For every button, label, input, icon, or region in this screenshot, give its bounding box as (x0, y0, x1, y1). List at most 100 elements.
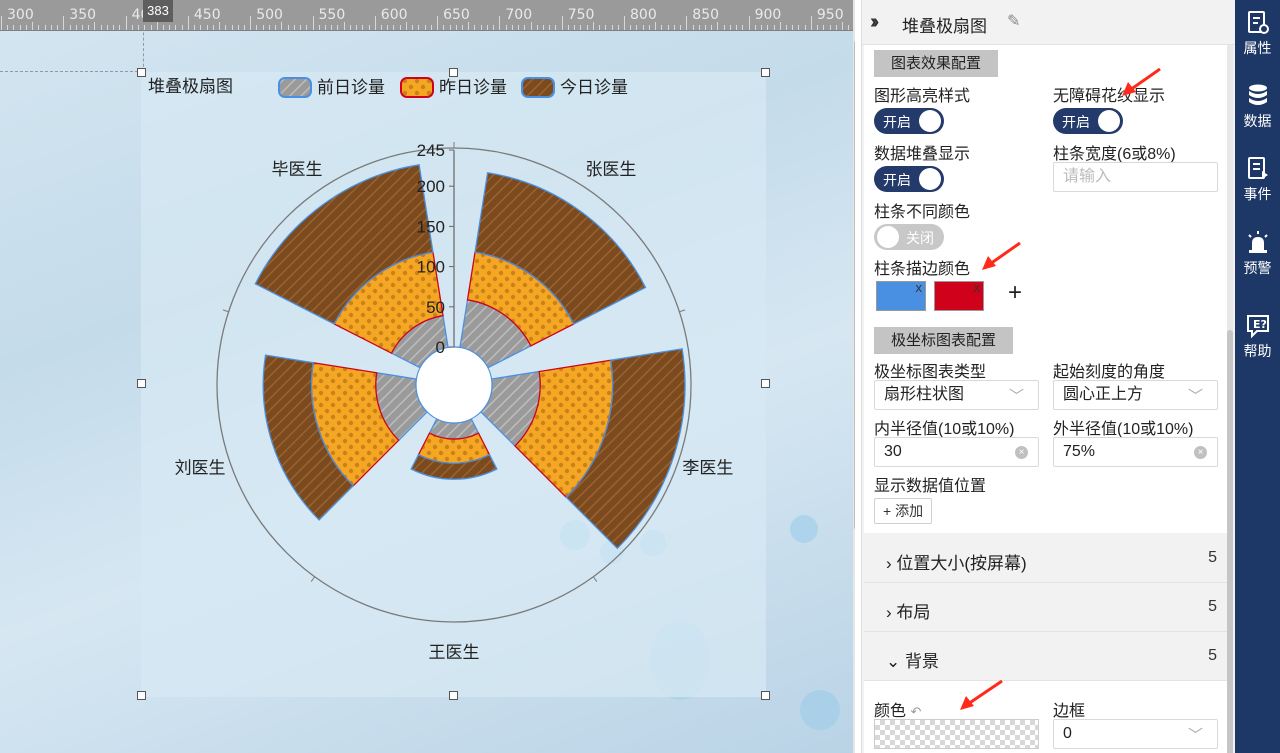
collapse-row-position-size[interactable]: › 位置大小(按屏幕) 5 (864, 535, 1227, 583)
collapse-row-layout[interactable]: › 布局 5 (864, 584, 1227, 632)
panel-scrollbar-thumb[interactable] (1227, 330, 1233, 753)
inner-radius-value: 30 (884, 443, 902, 460)
edit-title-icon[interactable]: ✎ (1007, 11, 1020, 31)
data-position-label: 显示数据值位置 (874, 478, 987, 495)
polar-type-select[interactable]: 扇形柱状图 ﹀ (874, 380, 1039, 410)
chevron-down-icon: ﹀ (1187, 388, 1203, 405)
side-nav: 属性 数据 事件 预警 E? 帮助 (1235, 0, 1280, 753)
collapse-row-label: › 位置大小(按屏幕) (886, 554, 1027, 573)
annotation-arrow (960, 679, 1003, 710)
category-label: 刘医生 (175, 459, 226, 478)
border-label: 边框 (1053, 703, 1086, 720)
svg-text:E?: E? (1253, 318, 1267, 331)
alarm-icon (1247, 231, 1268, 253)
inner-radius-input[interactable]: 30 × (874, 437, 1039, 467)
clear-icon[interactable]: × (1015, 446, 1028, 459)
diff-color-label: 柱条不同颜色 (874, 204, 971, 221)
collapse-row-count: 5 (1208, 647, 1217, 664)
background-config-card: 颜色 ↶ 边框 0 ﹀ (864, 681, 1227, 753)
nav-events[interactable]: 事件 (1235, 156, 1280, 204)
panel-scrollbar[interactable] (1227, 45, 1233, 753)
legend-label: 昨日诊量 (439, 78, 507, 97)
angle-axis-tick (592, 576, 598, 582)
chart-config-card: 图表效果配置 图形高亮样式 开启 无障碍花纹显示 开启 数据堆叠显示 开启 柱条… (864, 45, 1227, 533)
bg-color-label: 颜色 ↶ (874, 703, 922, 720)
bar-width-input[interactable] (1053, 162, 1218, 192)
outer-radius-input[interactable]: 75% × (1053, 437, 1218, 467)
clear-icon[interactable]: × (1194, 446, 1207, 459)
polar-type-label: 极坐标图表类型 (874, 364, 987, 381)
bg-color-picker[interactable] (874, 719, 1039, 749)
collapse-panel-icon[interactable]: ›› (870, 11, 880, 34)
toggle-text: 开启 (883, 172, 911, 188)
radial-tick-label: 245 (417, 141, 445, 160)
collapse-row-label: ⌄ 背景 (886, 652, 939, 671)
add-data-position-button[interactable]: + 添加 (874, 498, 933, 524)
toggle-text: 关闭 (906, 230, 934, 246)
radial-tick-label: 100 (417, 258, 445, 277)
border-select[interactable]: 0 ﹀ (1053, 719, 1218, 749)
outer-radius-label: 外半径值(10或10%) (1053, 421, 1194, 438)
radial-tick-label: 150 (417, 217, 445, 236)
section-polar-config: 极坐标图表配置 (874, 327, 1014, 354)
toggle-knob (919, 110, 941, 132)
toggle-text: 开启 (883, 114, 911, 130)
inner-radius-label: 内半径值(10或10%) (874, 421, 1015, 438)
angle-axis-tick (679, 309, 686, 313)
highlight-style-label: 图形高亮样式 (874, 88, 971, 105)
stack-display-toggle[interactable]: 开启 (874, 166, 944, 192)
nav-label: 帮助 (1243, 343, 1272, 359)
nav-data[interactable]: 数据 (1235, 83, 1280, 131)
legend-label: 今日诊量 (560, 78, 628, 97)
nav-alarm[interactable]: 预警 (1235, 230, 1280, 278)
toggle-knob (877, 226, 899, 248)
chevron-down-icon: ﹀ (1008, 388, 1024, 405)
database-icon (1248, 84, 1267, 105)
collapse-row-background[interactable]: ⌄ 背景 5 (864, 633, 1227, 681)
highlight-style-toggle[interactable]: 开启 (874, 108, 944, 134)
properties-panel: ›› 堆叠极扇图 ✎ 图表效果配置 图形高亮样式 开启 无障碍花纹显示 开启 数… (861, 0, 1236, 753)
border-value: 0 (1063, 725, 1072, 742)
category-label: 李医生 (682, 459, 733, 478)
design-canvas[interactable]: 3003504004505005506006507007508008509009… (0, 0, 855, 753)
annotation-arrow (1122, 67, 1161, 96)
panel-header: ›› 堆叠极扇图 ✎ (862, 0, 1236, 45)
panel-content: 图表效果配置 图形高亮样式 开启 无障碍花纹显示 开启 数据堆叠显示 开启 柱条… (862, 45, 1236, 753)
remove-color-icon[interactable]: x (916, 280, 923, 295)
add-color-icon[interactable]: + (1008, 279, 1022, 307)
collapse-row-label: › 布局 (886, 603, 931, 622)
stroke-color-swatch-red[interactable]: x (934, 280, 984, 311)
chart-title: 堆叠极扇图 (148, 77, 233, 96)
remove-color-icon[interactable]: x (974, 280, 981, 295)
collapse-row-count: 5 (1208, 598, 1217, 615)
start-angle-select[interactable]: 圆心正上方 ﹀ (1053, 380, 1218, 410)
stack-display-label: 数据堆叠显示 (874, 146, 971, 163)
accessible-pattern-toggle[interactable]: 开启 (1053, 108, 1123, 134)
radial-tick-label: 0 (436, 338, 445, 357)
event-icon (1247, 157, 1268, 179)
chevron-down-icon: ﹀ (1187, 727, 1203, 744)
diff-color-toggle[interactable]: 关闭 (874, 224, 944, 250)
canvas-scrollbar[interactable] (853, 0, 855, 753)
start-angle-label: 起始刻度的角度 (1053, 364, 1166, 381)
annotation-arrow (982, 241, 1021, 270)
reset-icon[interactable]: ↶ (910, 704, 921, 719)
canvas-scrollbar-thumb[interactable] (854, 40, 855, 530)
toggle-knob (919, 168, 941, 190)
nav-properties[interactable]: 属性 (1235, 10, 1280, 58)
category-label: 王医生 (429, 643, 480, 662)
stroke-color-swatch-blue[interactable]: x (876, 280, 926, 311)
properties-icon (1247, 11, 1269, 34)
legend-swatch (521, 77, 555, 98)
legend-swatch (400, 77, 434, 98)
stroke-color-label: 柱条描边颜色 (874, 261, 971, 278)
section-chart-effect: 图表效果配置 (874, 50, 999, 77)
nav-help[interactable]: E? 帮助 (1235, 313, 1280, 361)
nav-label: 数据 (1243, 113, 1272, 129)
toggle-knob (1098, 110, 1120, 132)
collapse-row-count: 5 (1208, 549, 1217, 566)
nav-label: 预警 (1243, 260, 1272, 276)
start-angle-value: 圆心正上方 (1063, 386, 1144, 403)
help-icon: E? (1246, 315, 1269, 339)
panel-title: 堆叠极扇图 (902, 17, 987, 36)
